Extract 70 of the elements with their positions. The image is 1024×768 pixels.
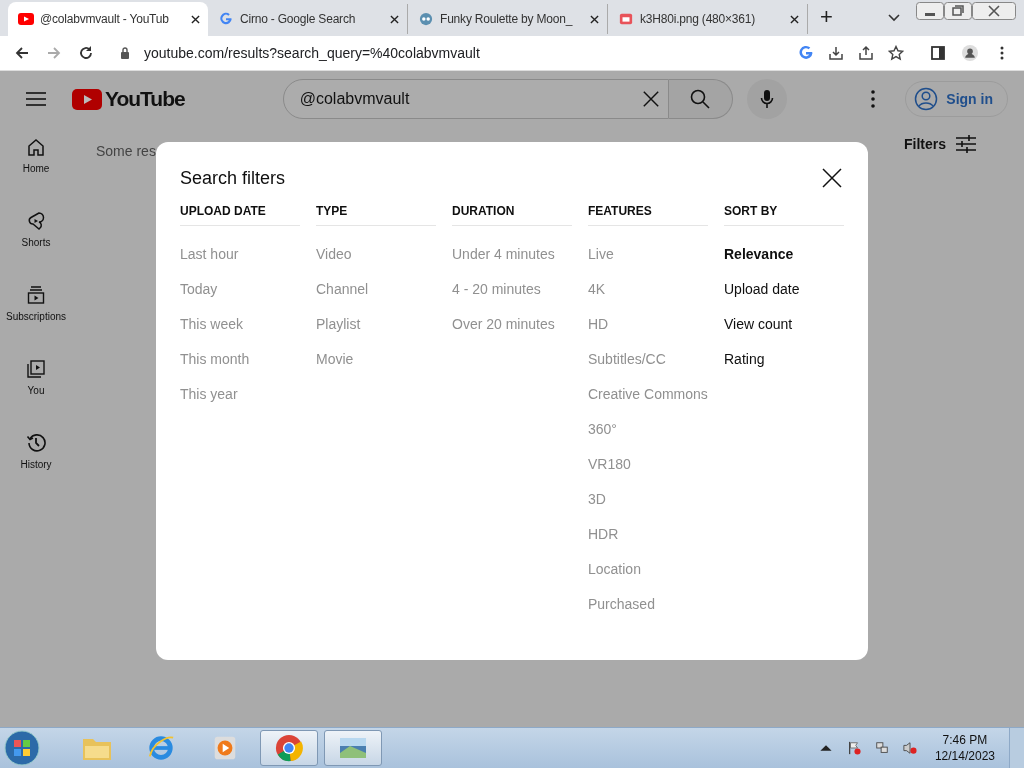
tab-list-icon[interactable] — [888, 14, 900, 22]
dialog-title: Search filters — [180, 167, 286, 189]
filters-button[interactable]: Filters — [900, 135, 980, 153]
mascot-icon — [418, 12, 434, 26]
chrome-icon — [274, 734, 304, 762]
search-icon — [690, 89, 711, 109]
clear-icon[interactable] — [641, 90, 660, 108]
sidebar-item[interactable]: You — [0, 349, 72, 423]
side-panel-icon[interactable] — [930, 45, 946, 61]
youtube-logo[interactable]: YouTube — [105, 87, 185, 111]
close-tab-icon[interactable] — [790, 14, 799, 24]
more-icon[interactable] — [871, 90, 876, 108]
home-icon — [26, 137, 46, 157]
lock-icon — [120, 47, 130, 59]
youtube-icon — [18, 12, 34, 26]
sidebar-item[interactable]: Home — [0, 127, 72, 201]
close-icon[interactable] — [822, 168, 842, 188]
browser-tab[interactable]: Funky Roulette by Moon_ — [408, 4, 608, 34]
close-tab-icon[interactable] — [191, 14, 200, 24]
browser-e-icon — [146, 734, 176, 762]
start-button[interactable] — [4, 730, 40, 766]
menu-icon[interactable] — [26, 91, 46, 107]
taskbar-app[interactable] — [260, 730, 318, 766]
browser-tab[interactable]: @colabvmvault - YouTub — [8, 2, 208, 36]
minimize-icon[interactable] — [916, 2, 944, 20]
network-icon[interactable] — [874, 741, 889, 755]
search-field[interactable]: @colabvmvault — [282, 79, 669, 119]
close-tab-icon[interactable] — [390, 14, 399, 24]
sidebar-item[interactable]: History — [0, 423, 72, 497]
results-note: Some res — [96, 143, 156, 159]
taskbar-app[interactable] — [324, 730, 382, 766]
filter-option[interactable]: Relevance — [724, 244, 844, 279]
profile-icon[interactable] — [962, 45, 978, 61]
sliders-icon — [956, 135, 976, 153]
new-tab-button[interactable]: + — [820, 4, 833, 30]
browser-tab[interactable]: k3H80i.png (480×361) — [608, 4, 808, 34]
shorts-icon — [26, 211, 46, 231]
sidebar-item[interactable]: Subscriptions — [0, 275, 72, 349]
close-tab-icon[interactable] — [590, 14, 599, 24]
account-icon — [914, 87, 939, 111]
muted-speaker-icon[interactable] — [902, 741, 917, 755]
filter-option[interactable]: Rating — [724, 349, 844, 384]
reload-icon[interactable] — [78, 45, 94, 61]
column-heading: TYPE — [316, 203, 349, 220]
back-icon[interactable] — [14, 45, 30, 61]
restore-icon[interactable] — [944, 2, 972, 20]
column-heading: SORT BY — [724, 203, 779, 220]
sidebar-item[interactable]: Shorts — [0, 201, 72, 275]
search-button[interactable] — [668, 79, 733, 119]
clock[interactable]: 7:46 PM 12/14/2023 — [934, 732, 995, 764]
star-icon[interactable] — [888, 45, 904, 61]
subscriptions-icon — [26, 285, 46, 305]
history-icon — [26, 433, 46, 453]
flag-alert-icon[interactable] — [846, 741, 861, 755]
play-logo-icon — [72, 88, 102, 110]
filter-option[interactable]: View count — [724, 314, 844, 349]
voice-search-button[interactable] — [746, 79, 787, 119]
browser-tab[interactable]: Cirno - Google Search — [208, 4, 408, 34]
filter-option[interactable]: Upload date — [724, 279, 844, 314]
share-icon[interactable] — [858, 45, 874, 61]
column-heading: DURATION — [452, 203, 516, 220]
download-icon[interactable] — [828, 45, 844, 61]
google-icon — [218, 12, 234, 26]
google-icon[interactable] — [798, 45, 814, 61]
close-icon[interactable] — [972, 2, 1016, 20]
image-icon — [618, 12, 634, 26]
column-heading: FEATURES — [588, 203, 653, 220]
microphone-icon — [759, 89, 774, 109]
video-library-icon — [26, 359, 46, 379]
column-heading: UPLOAD DATE — [180, 203, 267, 220]
